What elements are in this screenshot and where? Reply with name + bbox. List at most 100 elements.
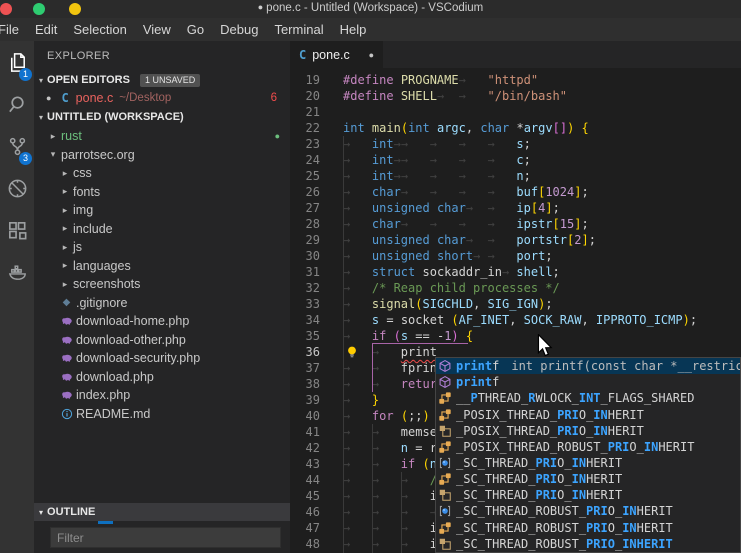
suggestion-item[interactable]: _SC_THREAD_PRIO_INHERIT (436, 455, 740, 471)
line-number[interactable]: 19 (290, 72, 320, 88)
code-area[interactable]: 49→ → → ip[0] = buf[10];48→ → → i47→ → →… (290, 68, 741, 553)
suggestion-item[interactable]: printfint printf(const char *__restrict (436, 358, 740, 374)
line-number[interactable]: 41 (290, 424, 320, 440)
code-line-22[interactable]: 22int main(int argc, char *argv[]) { (290, 120, 741, 136)
tab-pone-c[interactable]: C pone.c ● (290, 41, 383, 68)
menu-go[interactable]: Go (179, 22, 212, 37)
file-readme-md[interactable]: README.md (34, 405, 290, 424)
file-download-other-php[interactable]: download-other.php (34, 331, 290, 350)
line-number[interactable]: 23 (290, 136, 320, 152)
menu-view[interactable]: View (135, 22, 179, 37)
line-number[interactable]: 44 (290, 472, 320, 488)
menu-help[interactable]: Help (332, 22, 375, 37)
sidebar-item-debug[interactable] (0, 167, 34, 209)
line-number[interactable]: 32 (290, 280, 320, 296)
menu-file[interactable]: File (0, 22, 27, 37)
outline-filter-input[interactable] (50, 527, 281, 548)
lightbulb-icon[interactable] (345, 345, 359, 359)
code-line-21[interactable]: 21 (290, 104, 741, 120)
code-line-34[interactable]: 34→ s = socket (AF_INET, SOCK_RAW, IPPRO… (290, 312, 741, 328)
line-number[interactable]: 22 (290, 120, 320, 136)
line-number[interactable]: 35 (290, 328, 320, 344)
sidebar-item-search[interactable] (0, 83, 34, 125)
open-editors-header[interactable]: ▾ OPEN EDITORS 1 UNSAVED (34, 71, 290, 89)
line-number[interactable]: 36 (290, 344, 320, 360)
sidebar-item-docker[interactable] (0, 251, 34, 293)
folder-screenshots[interactable]: ▸screenshots (34, 275, 290, 294)
code-line-23[interactable]: 23→ int→→ → → → s; (290, 136, 741, 152)
code-line-32[interactable]: 32→ /* Reap child processes */ (290, 280, 741, 296)
line-number[interactable]: 29 (290, 232, 320, 248)
explorer-badge: 1 (19, 68, 32, 81)
menu-debug[interactable]: Debug (212, 22, 266, 37)
line-number[interactable]: 47 (290, 520, 320, 536)
code-line-30[interactable]: 30→ unsigned short→ → port; (290, 248, 741, 264)
menu-edit[interactable]: Edit (27, 22, 65, 37)
suggestion-item[interactable]: _SC_THREAD_ROBUST_PRIO_INHERIT (436, 520, 740, 536)
code-line-29[interactable]: 29→ unsigned char→ → portstr[2]; (290, 232, 741, 248)
folder-rust[interactable]: ▸rust● (34, 127, 290, 146)
line-number[interactable]: 40 (290, 408, 320, 424)
line-number[interactable]: 48 (290, 536, 320, 552)
suggestion-item[interactable]: _SC_THREAD_PRIO_INHERIT (436, 471, 740, 487)
line-number[interactable]: 25 (290, 168, 320, 184)
suggestion-item[interactable]: _SC_THREAD_ROBUST_PRIO_INHERIT (436, 536, 740, 552)
code-line-27[interactable]: 27→ unsigned char→ → ip[4]; (290, 200, 741, 216)
line-number[interactable]: 45 (290, 488, 320, 504)
line-number[interactable]: 34 (290, 312, 320, 328)
code-line-33[interactable]: 33→ signal(SIGCHLD, SIG_IGN); (290, 296, 741, 312)
file--gitignore[interactable]: ◆.gitignore (34, 294, 290, 313)
code-line-25[interactable]: 25→ int→→ → → → n; (290, 168, 741, 184)
sidebar-item-extensions[interactable] (0, 209, 34, 251)
tab-modified-dot-icon[interactable]: ● (369, 50, 374, 60)
line-number[interactable]: 24 (290, 152, 320, 168)
suggestion-item[interactable]: __PTHREAD_RWLOCK_INT_FLAGS_SHARED (436, 390, 740, 406)
workspace-header[interactable]: ▾ UNTITLED (WORKSPACE) (34, 108, 290, 126)
line-number[interactable]: 38 (290, 376, 320, 392)
file-download-home-php[interactable]: download-home.php (34, 312, 290, 331)
code-line-24[interactable]: 24→ int→→ → → → c; (290, 152, 741, 168)
folder-js[interactable]: ▸js (34, 238, 290, 257)
suggestion-item[interactable]: _POSIX_THREAD_PRIO_INHERIT (436, 423, 740, 439)
code-line-20[interactable]: 20#define SHELL→ → "/bin/bash" (290, 88, 741, 104)
line-number[interactable]: 20 (290, 88, 320, 104)
line-number[interactable]: 30 (290, 248, 320, 264)
suggestion-item[interactable]: printf (436, 374, 740, 390)
line-number[interactable]: 43 (290, 456, 320, 472)
code-line-19[interactable]: 19#define PROGNAME→ "httpd" (290, 72, 741, 88)
line-number[interactable]: 46 (290, 504, 320, 520)
code-line-28[interactable]: 28→ char→ → → → ipstr[15]; (290, 216, 741, 232)
suggestion-item[interactable]: _POSIX_THREAD_ROBUST_PRIO_INHERIT (436, 439, 740, 455)
folder-css[interactable]: ▸css (34, 164, 290, 183)
line-number[interactable]: 39 (290, 392, 320, 408)
folder-fonts[interactable]: ▸fonts (34, 183, 290, 202)
line-number[interactable]: 33 (290, 296, 320, 312)
line-number[interactable]: 26 (290, 184, 320, 200)
code-line-26[interactable]: 26→ char→ → → → buf[1024]; (290, 184, 741, 200)
line-number[interactable]: 27 (290, 200, 320, 216)
code-line-35[interactable]: 35→ if (s == -1) { (290, 328, 741, 344)
folder-include[interactable]: ▸include (34, 220, 290, 239)
folder-img[interactable]: ▸img (34, 201, 290, 220)
file-download-security-php[interactable]: download-security.php (34, 349, 290, 368)
open-editor-pone-c[interactable]: ● C pone.c ~/Desktop 6 (34, 88, 290, 107)
line-number[interactable]: 28 (290, 216, 320, 232)
tab-bar: C pone.c ● (290, 41, 741, 68)
code-line-31[interactable]: 31→ struct sockaddr_in→ shell; (290, 264, 741, 280)
suggestion-item[interactable]: _SC_THREAD_PRIO_INHERIT (436, 487, 740, 503)
menu-terminal[interactable]: Terminal (266, 22, 331, 37)
menu-selection[interactable]: Selection (65, 22, 134, 37)
file-download-php[interactable]: download.php (34, 368, 290, 387)
folder-parrotsec-org[interactable]: ▾parrotsec.org (34, 146, 290, 165)
line-number[interactable]: 37 (290, 360, 320, 376)
line-number[interactable]: 42 (290, 440, 320, 456)
line-number[interactable]: 21 (290, 104, 320, 120)
folder-languages[interactable]: ▸languages (34, 257, 290, 276)
sidebar-item-source-control[interactable]: 3 (0, 125, 34, 167)
suggestion-item[interactable]: _SC_THREAD_ROBUST_PRIO_INHERIT (436, 503, 740, 519)
file-index-php[interactable]: index.php (34, 386, 290, 405)
suggestion-item[interactable]: _POSIX_THREAD_PRIO_INHERIT (436, 406, 740, 422)
outline-header[interactable]: ▾ OUTLINE (34, 503, 290, 521)
sidebar-item-explorer[interactable]: 1 (0, 41, 34, 83)
line-number[interactable]: 31 (290, 264, 320, 280)
